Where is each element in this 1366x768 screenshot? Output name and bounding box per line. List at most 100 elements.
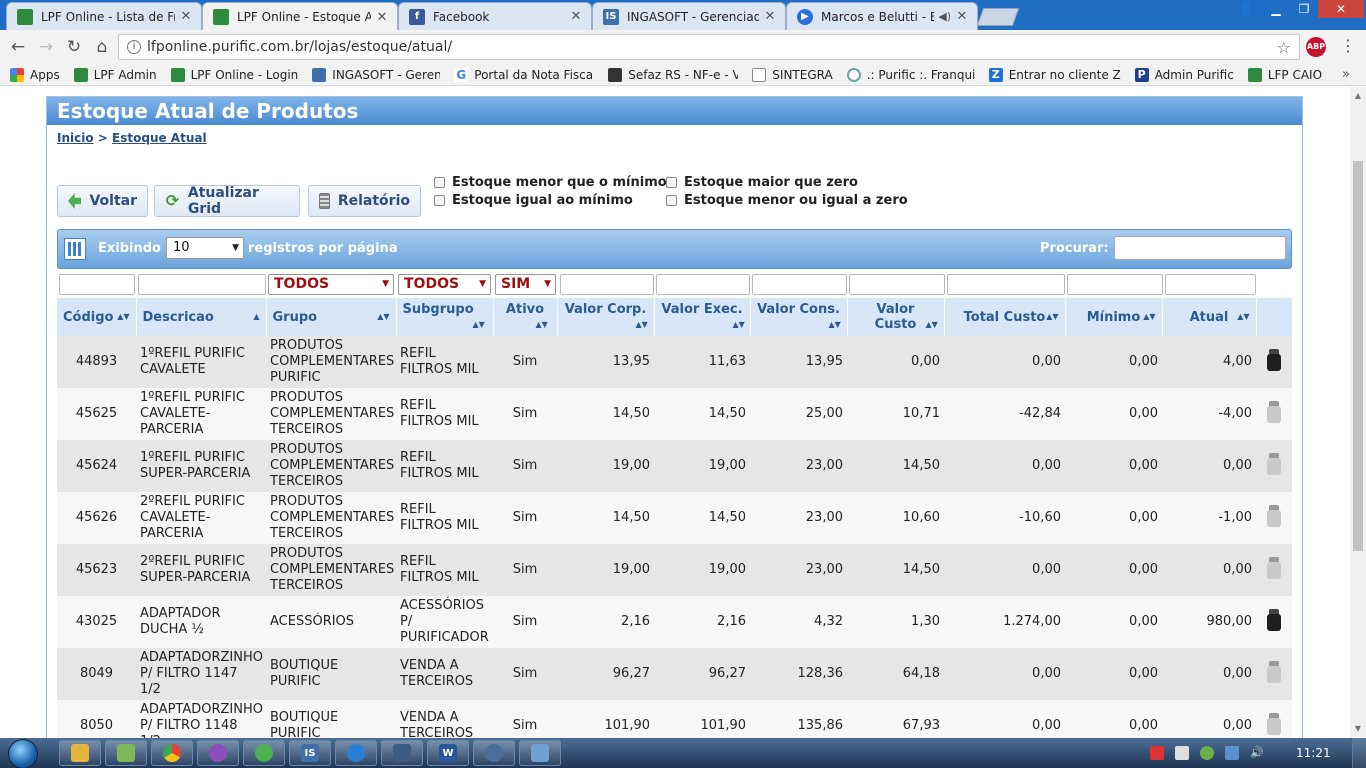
table-row[interactable]: 8049 ADAPTADORZINHO P/ FILTRO 1147 1/2 B… — [57, 648, 1292, 700]
checkbox-below-min[interactable]: Estoque menor que o mínimo — [434, 175, 667, 190]
tray-app-icon[interactable] — [1225, 746, 1239, 760]
taskbar-word[interactable]: W — [427, 740, 469, 766]
close-icon[interactable]: ✕ — [179, 9, 193, 24]
checkbox-box[interactable] — [666, 195, 677, 206]
bookmark-admin-purific[interactable]: P Admin Purific — [1134, 67, 1234, 82]
filter-grupo-select[interactable]: TODOS ▼ — [268, 274, 394, 295]
checkbox-above-zero[interactable]: Estoque maior que zero — [666, 175, 858, 190]
user-icon[interactable]: 👤 — [1232, 0, 1260, 18]
menu-dots-icon[interactable]: ⋮ — [1340, 36, 1356, 55]
col-valor-custo[interactable]: Valor Custo ▲▼ — [847, 298, 945, 336]
bottle-dark-icon[interactable] — [1267, 608, 1281, 631]
tab-youtube-music[interactable]: ▶ Marcos e Belutti - Eu ◀) ✕ — [786, 2, 978, 30]
col-grupo[interactable]: Grupo ▲▼ — [266, 298, 397, 336]
taskbar-app-8[interactable] — [381, 740, 423, 766]
filter-cons-input[interactable] — [752, 274, 847, 295]
tab-lpf-lista[interactable]: LPF Online - Lista de Fra ✕ — [6, 2, 202, 30]
scrollbar-thumb[interactable] — [1353, 161, 1363, 551]
taskbar-app-4[interactable] — [197, 740, 239, 766]
close-icon[interactable]: ✕ — [763, 9, 777, 24]
back-button[interactable]: Voltar — [57, 185, 148, 217]
taskbar-notepad[interactable] — [519, 740, 561, 766]
col-atual[interactable]: Atual ▲▼ — [1162, 298, 1257, 336]
network-icon[interactable] — [1175, 746, 1189, 760]
forward-arrow-icon[interactable]: → — [32, 37, 60, 57]
table-row[interactable]: 8050 ADAPTADORZINHO P/ FILTRO 1148 1/2 B… — [57, 700, 1292, 738]
filter-total-input[interactable] — [947, 274, 1065, 295]
bookmark-star-icon[interactable]: ☆ — [1277, 38, 1291, 57]
filter-descricao-input[interactable] — [138, 274, 266, 295]
filter-ativo-select[interactable]: SIM ▼ — [495, 274, 556, 295]
show-desktop-button[interactable] — [1352, 738, 1366, 768]
bookmark-sefaz[interactable]: Sefaz RS - NF-e - Vali — [608, 67, 738, 82]
taskbar-clock[interactable]: 11:21 — [1296, 746, 1331, 760]
filter-corp-input[interactable] — [560, 274, 654, 295]
bookmark-purific-franquias[interactable]: .: Purific :. Franquias d — [846, 67, 975, 82]
table-row[interactable]: 45626 2ºREFIL PURIFIC CAVALETE-PARCERIA … — [57, 492, 1292, 544]
breadcrumb-current-link[interactable]: Estoque Atual — [112, 131, 207, 145]
taskbar-app-5[interactable] — [243, 740, 285, 766]
taskbar-app-7[interactable] — [335, 740, 377, 766]
info-icon[interactable]: i — [127, 40, 141, 54]
checkbox-le-zero[interactable]: Estoque menor ou igual a zero — [666, 193, 908, 208]
tab-ingasoft[interactable]: IS INGASOFT - Gerenciador ✕ — [592, 2, 786, 30]
close-icon[interactable]: ✕ — [375, 10, 389, 25]
bookmark-zimbra[interactable]: Z Entrar no cliente Zim — [988, 67, 1121, 82]
bottle-light-icon[interactable] — [1267, 556, 1281, 579]
filter-custo-input[interactable] — [849, 274, 945, 295]
search-input[interactable] — [1114, 236, 1286, 260]
col-valor-corp[interactable]: Valor Corp. ▲▼ — [557, 298, 655, 336]
taskbar-chrome[interactable] — [151, 740, 193, 766]
adblock-plus-icon[interactable]: ABP — [1306, 37, 1326, 57]
bookmark-sintegra[interactable]: SINTEGRA — [752, 67, 833, 82]
taskbar-app-10[interactable] — [473, 740, 515, 766]
filter-codigo-input[interactable] — [59, 274, 135, 295]
bookmark-lfp-caio[interactable]: LFP CAIO — [1247, 67, 1322, 82]
filter-exec-input[interactable] — [656, 274, 750, 295]
bookmark-nota-fiscal[interactable]: G Portal da Nota Fiscal — [454, 67, 594, 82]
table-row[interactable]: 43025 ADAPTADOR DUCHA ½ ACESSÓRIOS ACESS… — [57, 596, 1292, 648]
reload-icon[interactable]: ↻ — [60, 37, 88, 57]
bottle-light-icon[interactable] — [1267, 504, 1281, 527]
address-bar[interactable]: i lfponline.purific.com.br/lojas/estoque… — [118, 34, 1300, 60]
col-valor-cons[interactable]: Valor Cons. ▲▼ — [750, 298, 848, 336]
bookmark-lpf-login[interactable]: LPF Online - Login — [170, 67, 298, 82]
filter-atual-input[interactable] — [1165, 274, 1256, 295]
close-icon[interactable]: ✕ — [569, 9, 583, 24]
col-codigo[interactable]: Código ▲▼ — [57, 298, 137, 336]
refresh-grid-button[interactable]: ⟳ Atualizar Grid — [154, 185, 300, 217]
home-icon[interactable]: ⌂ — [88, 37, 116, 57]
col-descricao[interactable]: Descricao ▲ — [136, 298, 267, 336]
table-row[interactable]: 44893 1ºREFIL PURIFIC CAVALETE PRODUTOS … — [57, 336, 1292, 388]
back-arrow-icon[interactable]: ← — [4, 37, 32, 57]
new-tab-button[interactable] — [976, 8, 1020, 26]
breadcrumb-home-link[interactable]: Inicio — [57, 131, 94, 145]
checkbox-box[interactable] — [666, 177, 677, 188]
filter-minimo-input[interactable] — [1067, 274, 1163, 295]
table-row[interactable]: 45625 1ºREFIL PURIFIC CAVALETE-PARCERIA … — [57, 388, 1292, 440]
flag-icon[interactable] — [1150, 746, 1164, 760]
bookmark-ingasoft[interactable]: INGASOFT - Gerencia — [312, 67, 440, 82]
bottle-dark-icon[interactable] — [1267, 348, 1281, 371]
start-button[interactable] — [8, 739, 38, 768]
filter-subgrupo-select[interactable]: TODOS ▼ — [398, 274, 491, 295]
taskbar-ingasoft[interactable]: IS — [289, 740, 331, 766]
bookmark-lpf-admin[interactable]: LPF Admin — [73, 67, 157, 82]
page-scrollbar[interactable]: ▲ ▼ — [1350, 87, 1366, 738]
table-row[interactable]: 45623 2ºREFIL PURIFIC SUPER-PARCERIA PRO… — [57, 544, 1292, 596]
volume-icon[interactable]: 🔊 — [1250, 746, 1264, 760]
maximize-button[interactable]: ❐ — [1290, 0, 1318, 18]
bottle-light-icon[interactable] — [1267, 400, 1281, 423]
bottle-light-icon[interactable] — [1267, 712, 1281, 735]
taskbar-explorer[interactable] — [59, 740, 101, 766]
col-subgrupo[interactable]: Subgrupo ▲▼ — [396, 298, 494, 336]
tab-facebook[interactable]: f Facebook ✕ — [398, 2, 592, 30]
report-button[interactable]: Relatório — [308, 185, 421, 217]
scroll-up-icon[interactable]: ▲ — [1350, 89, 1366, 103]
taskbar-folder-2[interactable] — [105, 740, 147, 766]
close-icon[interactable]: ✕ — [955, 9, 969, 24]
scroll-down-icon[interactable]: ▼ — [1350, 722, 1366, 736]
minimize-button[interactable]: ▁ — [1262, 0, 1290, 18]
table-row[interactable]: 45624 1ºREFIL PURIFIC SUPER-PARCERIA PRO… — [57, 440, 1292, 492]
col-valor-exec[interactable]: Valor Exec. ▲▼ — [654, 298, 751, 336]
